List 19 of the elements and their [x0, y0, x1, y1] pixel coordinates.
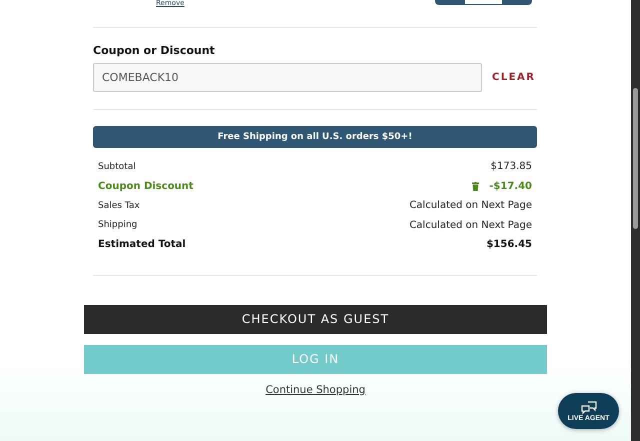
chat-bubbles-icon	[580, 400, 596, 414]
summary-value: -$17.40	[489, 180, 532, 192]
summary-label: Estimated Total	[98, 239, 186, 250]
scrollbar[interactable]	[631, 0, 640, 441]
checkout-guest-button[interactable]: CHECKOUT AS GUEST	[84, 304, 547, 334]
summary-label: Shipping	[98, 220, 138, 230]
summary-label: Subtotal	[98, 162, 136, 172]
continue-shopping-link[interactable]: Continue Shopping	[266, 384, 366, 396]
coupon-label: Coupon or Discount	[93, 44, 216, 57]
trash-icon[interactable]	[472, 182, 480, 191]
summary-value: $173.85	[490, 161, 532, 172]
summary-label: Coupon Discount	[98, 180, 194, 192]
summary-value: Calculated on Next Page	[409, 220, 532, 231]
free-shipping-banner: Free Shipping on all U.S. orders $50+!	[93, 126, 537, 148]
coupon-field[interactable]: COMEBACK10	[93, 63, 482, 92]
summary-label: Sales Tax	[98, 200, 140, 211]
clear-button[interactable]: CLEAR	[492, 70, 536, 85]
summary-value: $156.45	[486, 239, 532, 250]
summary-value: Calculated on Next Page	[409, 200, 532, 212]
